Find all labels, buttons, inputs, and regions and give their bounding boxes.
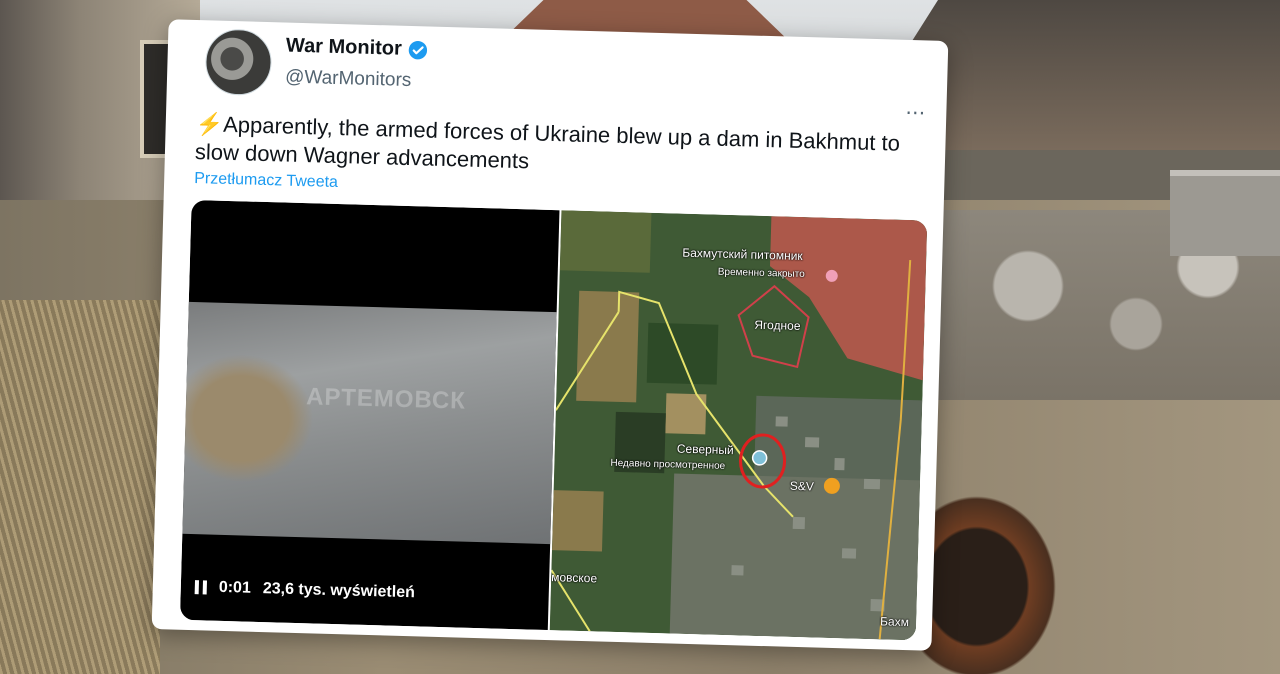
video-controls: 0:01 23,6 tys. wyświetleń — [194, 578, 416, 602]
video-player[interactable]: АРТЕМОВСК 0:01 23,6 tys. wyświetleń — [179, 199, 560, 631]
verified-badge-icon — [408, 40, 428, 59]
map-label-sv: S&V — [789, 478, 815, 494]
map-label-bakh: Бахм — [879, 614, 910, 630]
tweet-media: АРТЕМОВСК 0:01 23,6 tys. wyświetleń Бахм… — [179, 199, 928, 641]
avatar[interactable] — [204, 28, 273, 97]
tweet-body: Apparently, the armed forces of Ukraine … — [194, 111, 901, 174]
display-name-text: War Monitor — [285, 34, 403, 60]
concrete-slab — [1170, 170, 1280, 256]
user-handle[interactable]: @WarMonitors — [285, 67, 412, 93]
lightning-emoji: ⚡ — [195, 111, 224, 137]
map-label-movskoe: мовское — [551, 570, 598, 586]
video-time: 0:01 — [218, 578, 252, 597]
video-watermark: АРТЕМОВСК — [305, 383, 467, 415]
view-count: 23,6 tys. wyświetleń — [262, 580, 416, 602]
video-frame[interactable]: АРТЕМОВСК — [182, 301, 557, 545]
dry-grass — [0, 300, 160, 674]
map-image[interactable]: Бахмутский питомник Временно закрыто Яго… — [549, 210, 928, 641]
pause-icon[interactable] — [194, 580, 208, 595]
damaged-house-right — [900, 0, 1280, 150]
map-label-yagodnoe: Ягодное — [754, 317, 801, 333]
display-name[interactable]: War Monitor — [286, 35, 429, 62]
translate-tweet-link[interactable]: Przetłumacz Tweeta — [194, 170, 338, 192]
more-options-icon[interactable]: ⋯ — [905, 100, 927, 126]
map-label-severny: Северный — [676, 441, 734, 458]
tweet-card[interactable]: War Monitor @WarMonitors ⋯ ⚡Apparently, … — [151, 19, 949, 651]
